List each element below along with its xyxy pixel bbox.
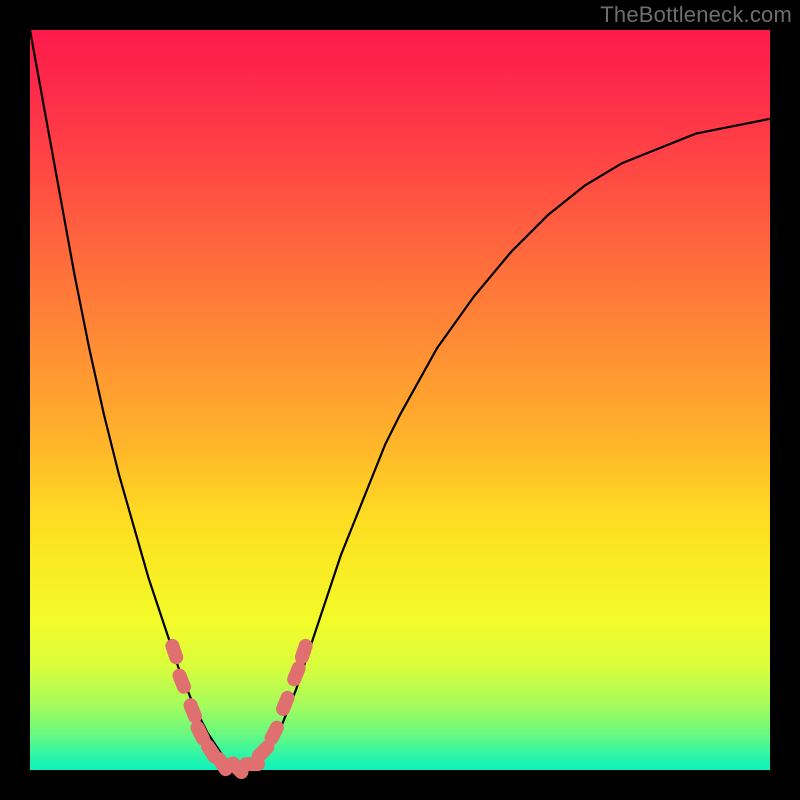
curve-marker — [170, 667, 193, 696]
chart-frame: TheBottleneck.com — [0, 0, 800, 800]
curve-line — [30, 30, 770, 770]
bottleneck-curve — [30, 30, 770, 770]
curve-marker — [164, 637, 185, 666]
plot-area — [30, 30, 770, 770]
curve-markers — [164, 637, 315, 782]
curve-marker — [274, 689, 297, 718]
watermark-text: TheBottleneck.com — [600, 2, 792, 28]
